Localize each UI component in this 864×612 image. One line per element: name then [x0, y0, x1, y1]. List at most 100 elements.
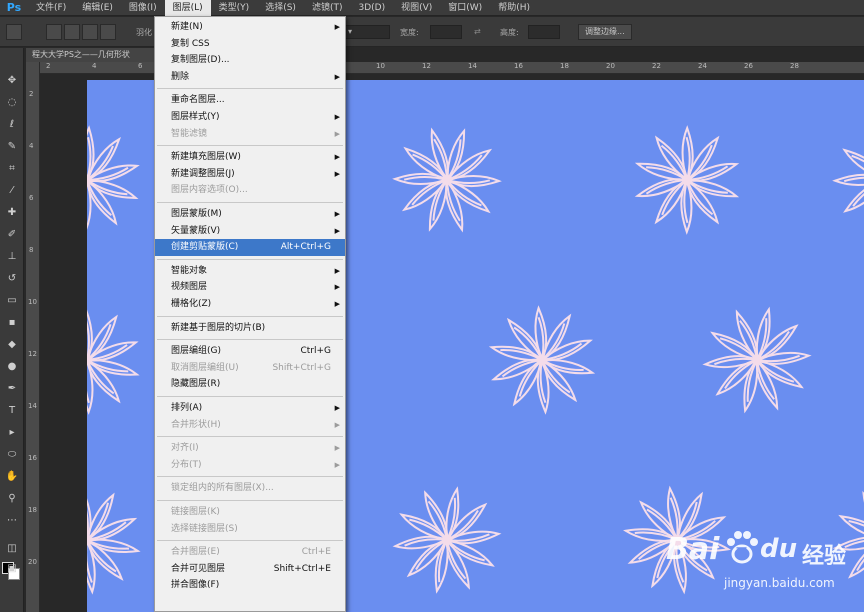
submenu-arrow-icon: ▶	[334, 283, 340, 292]
eraser-tool-icon[interactable]: ▭	[0, 290, 24, 310]
menu-item-label: 重命名图层...	[171, 95, 225, 106]
layer-menu-item[interactable]: 新建基于图层的切片(B)	[155, 320, 345, 337]
menu-item-label: 拼合图像(F)	[171, 580, 220, 591]
submenu-arrow-icon: ▶	[334, 72, 340, 81]
photoshop-logo: Ps	[6, 1, 22, 14]
layer-menu-item[interactable]: 新建调整图层(J) ▶	[155, 166, 345, 183]
lasso-tool-icon[interactable]: ℓ	[0, 114, 24, 134]
menu-item-shortcut: Alt+Ctrl+G	[280, 242, 331, 253]
flower-pattern-shape	[627, 120, 747, 240]
dodge-tool-icon[interactable]: ●	[0, 356, 24, 376]
flower-pattern-shape	[827, 120, 864, 240]
ruler-tick-label: 22	[652, 62, 661, 70]
menu-item-label: 合并图层(E)	[171, 547, 220, 558]
submenu-arrow-icon: ▶	[334, 23, 340, 31]
subtract-selection-icon[interactable]	[82, 24, 98, 40]
layer-menu-item[interactable]: 矢量蒙版(V) ▶	[155, 223, 345, 240]
menu-3d[interactable]: 3D(D)	[350, 0, 393, 16]
menu-item-label: 复制 CSS	[171, 38, 210, 49]
layer-menu-item[interactable]: 隐藏图层(R)	[155, 376, 345, 393]
options-bar: 羽化 ▾ 宽度: ⇄ 高度: 调整边缘...	[0, 17, 864, 47]
history-brush-tool-icon[interactable]: ↺	[0, 268, 24, 288]
type-tool-icon[interactable]: T	[0, 400, 24, 420]
feather-label: 羽化	[136, 28, 152, 37]
menu-item-shortcut: Ctrl+E	[301, 547, 331, 558]
menu-image[interactable]: 图像(I)	[121, 0, 165, 16]
menu-file[interactable]: 文件(F)	[28, 0, 74, 16]
layer-menu-item[interactable]: 排列(A) ▶	[155, 400, 345, 417]
menu-item-label: 创建剪贴蒙版(C)	[171, 242, 239, 253]
layer-menu-item[interactable]: 拼合图像(F)	[155, 577, 345, 594]
menu-separator	[157, 145, 343, 147]
menu-layer[interactable]: 图层(L)	[164, 0, 211, 16]
swap-icon[interactable]: ⇄	[474, 27, 481, 36]
menu-window[interactable]: 窗口(W)	[440, 0, 490, 16]
menu-edit[interactable]: 编辑(E)	[74, 0, 121, 16]
submenu-arrow-icon: ▶	[334, 404, 340, 412]
ruler-tick-label: 10	[376, 62, 385, 70]
gradient-tool-icon[interactable]: ▪	[0, 312, 24, 332]
crop-tool-icon[interactable]: ⌗	[0, 158, 24, 178]
menu-help[interactable]: 帮助(H)	[490, 0, 538, 16]
height-input[interactable]	[528, 25, 560, 39]
layer-menu-item[interactable]: 复制 CSS	[155, 36, 345, 53]
menu-filter[interactable]: 滤镜(T)	[304, 0, 351, 16]
marquee-tool-icon[interactable]: ◌	[0, 92, 24, 112]
path-select-tool-icon[interactable]: ▸	[0, 422, 24, 442]
layer-menu-item[interactable]: 图层编组(G) Ctrl+G	[155, 343, 345, 360]
menu-separator	[157, 436, 343, 438]
menu-item-label: 图层编组(G)	[171, 346, 221, 357]
layer-menu-item[interactable]: 删除 ▶	[155, 69, 345, 86]
style-select[interactable]: ▾	[344, 25, 390, 39]
add-selection-icon[interactable]	[64, 24, 80, 40]
move-tool-icon[interactable]: ✥	[0, 70, 24, 90]
clone-stamp-tool-icon[interactable]: ⊥	[0, 246, 24, 266]
menu-item-label: 排列(A)	[171, 403, 203, 413]
brush-tool-icon[interactable]: ✐	[0, 224, 24, 244]
flower-pattern-shape	[482, 300, 602, 420]
menu-item-shortcut: Ctrl+G	[300, 346, 331, 357]
layer-menu-item[interactable]: 合并可见图层 Shift+Ctrl+E	[155, 561, 345, 578]
menu-separator	[157, 540, 343, 542]
marquee-tool-preset-icon[interactable]	[6, 24, 22, 40]
menu-type[interactable]: 类型(Y)	[211, 0, 258, 16]
submenu-arrow-icon: ▶	[334, 113, 340, 121]
quick-mask-icon[interactable]: ◫	[0, 538, 24, 558]
blur-tool-icon[interactable]: ◆	[0, 334, 24, 354]
width-input[interactable]	[430, 25, 462, 39]
height-label: 高度:	[500, 28, 519, 37]
layer-menu-item[interactable]: 智能对象 ▶	[155, 263, 345, 280]
layer-menu-item[interactable]: 复制图层(D)...	[155, 52, 345, 69]
healing-brush-tool-icon[interactable]: ✚	[0, 202, 24, 222]
ruler-tick-label: 14	[468, 62, 477, 70]
layer-menu-item: 智能滤镜 ▶	[155, 126, 345, 143]
layer-menu-item[interactable]: 视频图层 ▶	[155, 279, 345, 296]
submenu-arrow-icon: ▶	[334, 169, 340, 178]
layer-menu-item: 合并图层(E) Ctrl+E	[155, 544, 345, 561]
new-selection-icon[interactable]	[46, 24, 62, 40]
layer-menu-item[interactable]: 图层蒙版(M) ▶	[155, 206, 345, 223]
layer-menu-item[interactable]: 新建(N) ▶	[155, 19, 345, 36]
layer-menu-item[interactable]: 栅格化(Z) ▶	[155, 296, 345, 313]
zoom-tool-icon[interactable]: ⚲	[0, 488, 24, 508]
more-tools-icon[interactable]: ⋯	[0, 510, 24, 530]
hand-tool-icon[interactable]: ✋	[0, 466, 24, 486]
layer-menu-item[interactable]: 重命名图层...	[155, 92, 345, 109]
layer-menu-item[interactable]: 图层样式(Y) ▶	[155, 109, 345, 126]
layer-menu-item[interactable]: 创建剪贴蒙版(C) Alt+Ctrl+G	[155, 239, 345, 257]
quick-select-tool-icon[interactable]: ✎	[0, 136, 24, 156]
pen-tool-icon[interactable]: ✒	[0, 378, 24, 398]
refine-edge-button[interactable]: 调整边缘...	[578, 24, 632, 40]
menu-item-label: 选择链接图层(S)	[171, 523, 238, 534]
shape-tool-icon[interactable]: ⬭	[0, 444, 24, 464]
menu-select[interactable]: 选择(S)	[257, 0, 304, 16]
eyedropper-tool-icon[interactable]: ⁄	[0, 180, 24, 200]
intersect-selection-icon[interactable]	[100, 24, 116, 40]
menu-separator	[157, 258, 343, 260]
ruler-tick-label: 16	[514, 62, 523, 70]
layer-menu-item[interactable]: 新建填充图层(W) ▶	[155, 149, 345, 166]
ruler-tick-label: 2	[46, 62, 51, 70]
ruler-tick-label: 20	[28, 558, 37, 566]
menu-view[interactable]: 视图(V)	[393, 0, 440, 16]
screen-mode-icon[interactable]: ▣	[0, 558, 24, 578]
